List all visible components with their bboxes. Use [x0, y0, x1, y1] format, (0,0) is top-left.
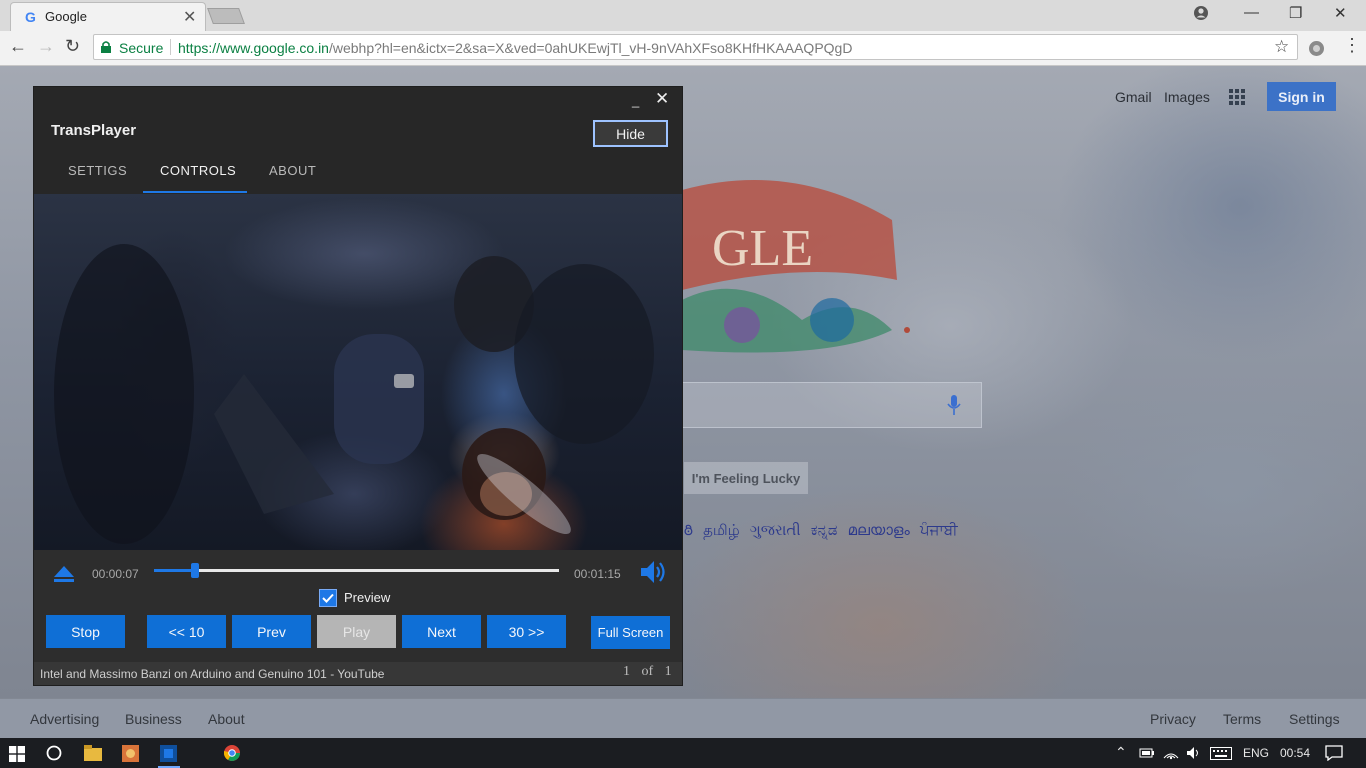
- minimize-window-icon[interactable]: —: [1244, 4, 1259, 21]
- new-tab-button[interactable]: [207, 8, 245, 24]
- file-explorer-icon[interactable]: [84, 745, 102, 761]
- player-title: TransPlayer: [51, 122, 137, 139]
- footer-business-link[interactable]: Business: [125, 711, 182, 727]
- total-time: 00:01:15: [574, 567, 621, 581]
- address-bar[interactable]: Secure https://www.google.co.in/webhp?hl…: [93, 34, 1298, 60]
- taskbar: ⌃ ENG 00:54: [0, 738, 1366, 768]
- notifications-icon[interactable]: [1325, 745, 1343, 761]
- tab-controls[interactable]: CONTROLS: [160, 163, 236, 178]
- gmail-link[interactable]: Gmail: [1115, 89, 1152, 105]
- footer-about-link[interactable]: About: [208, 711, 245, 727]
- menu-kebab-icon[interactable]: ⋮: [1343, 35, 1361, 56]
- back-arrow-icon[interactable]: ←: [9, 36, 27, 57]
- clock[interactable]: 00:54: [1280, 746, 1310, 760]
- microphone-icon[interactable]: [946, 393, 962, 417]
- doodle-lettering: GLE: [712, 220, 813, 277]
- volume-icon[interactable]: [639, 558, 667, 586]
- footer-privacy-link[interactable]: Privacy: [1150, 711, 1196, 727]
- footer-advertising-link[interactable]: Advertising: [30, 711, 99, 727]
- browser-tab[interactable]: G Google ✕: [10, 2, 206, 31]
- google-doodle[interactable]: GLE: [682, 170, 912, 360]
- video-frame-image: [54, 244, 654, 544]
- feeling-lucky-button[interactable]: I'm Feeling Lucky: [684, 462, 808, 494]
- video-preview[interactable]: [34, 194, 682, 550]
- close-window-icon[interactable]: ✕: [1334, 4, 1347, 22]
- browser-toolbar: ← → ↻ Secure https://www.google.co.in/we…: [0, 31, 1366, 66]
- url-text[interactable]: https://www.google.co.in/webhp?hl=en&ict…: [178, 40, 852, 56]
- sign-in-button[interactable]: Sign in: [1267, 82, 1336, 111]
- footer-terms-link[interactable]: Terms: [1223, 711, 1261, 727]
- player-close-icon[interactable]: ✕: [655, 89, 669, 108]
- url-path: /webhp?hl=en&ictx=2&sa=X&ved=0ahUKEwjTl_…: [328, 40, 853, 56]
- preview-label: Preview: [344, 590, 391, 605]
- player-status-bar: Intel and Massimo Banzi on Arduino and G…: [34, 662, 682, 685]
- stop-button[interactable]: Stop: [46, 615, 125, 648]
- reload-icon[interactable]: ↻: [65, 36, 80, 57]
- chrome-app-icon[interactable]: [224, 745, 240, 761]
- tray-chevron-icon[interactable]: ⌃: [1115, 744, 1127, 761]
- tab-title: Google: [45, 9, 87, 24]
- seek-handle[interactable]: [190, 563, 199, 578]
- wifi-icon[interactable]: [1163, 746, 1179, 760]
- language-indicator[interactable]: ENG: [1243, 746, 1269, 760]
- images-link[interactable]: Images: [1164, 89, 1210, 105]
- secure-label: Secure: [119, 40, 164, 56]
- play-button[interactable]: Play: [317, 615, 396, 648]
- apps-grid-icon[interactable]: [1229, 89, 1245, 105]
- eject-icon[interactable]: [53, 564, 75, 584]
- current-time: 00:00:07: [92, 567, 139, 581]
- preview-checkbox[interactable]: [319, 589, 337, 607]
- hide-button[interactable]: Hide: [593, 120, 668, 147]
- url-host: https://www.google.co.in: [178, 40, 329, 56]
- playlist-counter: 1 of 1: [623, 664, 672, 679]
- player-minimize-icon[interactable]: _: [632, 93, 644, 108]
- tab-close-icon[interactable]: ✕: [183, 7, 196, 27]
- lock-icon: [101, 41, 111, 53]
- tab-about[interactable]: ABOUT: [269, 163, 316, 178]
- next-button[interactable]: Next: [402, 615, 481, 648]
- seek-slider[interactable]: [154, 563, 559, 578]
- seek-progress: [154, 569, 195, 572]
- rewind-10-button[interactable]: << 10: [147, 615, 226, 648]
- keyboard-icon[interactable]: [1210, 747, 1232, 760]
- transplayer-window: _ ✕ TransPlayer Hide SETTIGS CONTROLS AB…: [34, 87, 682, 685]
- forward-30-button[interactable]: 30 >>: [487, 615, 566, 648]
- url-separator: [170, 39, 171, 55]
- paint-app-icon[interactable]: [122, 745, 139, 762]
- fullscreen-button[interactable]: Full Screen: [591, 616, 670, 649]
- forward-arrow-icon[interactable]: →: [37, 36, 55, 57]
- active-tab-indicator: [143, 191, 247, 193]
- transplayer-app-icon[interactable]: [160, 745, 177, 762]
- control-bar: 00:00:07 00:01:15 Preview Stop << 10 Pre…: [34, 550, 682, 662]
- restore-window-icon[interactable]: ❐: [1289, 4, 1302, 22]
- google-search-input[interactable]: [682, 382, 982, 428]
- cortana-icon[interactable]: [46, 745, 62, 761]
- google-footer: Advertising Business About Privacy Terms…: [0, 698, 1366, 738]
- bookmark-star-icon[interactable]: ☆: [1274, 37, 1289, 57]
- google-favicon-icon: G: [25, 9, 36, 25]
- prev-button[interactable]: Prev: [232, 615, 311, 648]
- tab-strip: G Google ✕ — ❐ ✕: [0, 0, 1366, 31]
- speaker-icon[interactable]: [1186, 746, 1202, 760]
- windows-start-icon[interactable]: [9, 746, 25, 762]
- footer-settings-link[interactable]: Settings: [1289, 711, 1340, 727]
- checkmark-icon: [322, 593, 334, 603]
- extension-icon[interactable]: [1308, 40, 1325, 57]
- language-links[interactable]: ఠి தமிழ் ગુજરાતી ಕನ್ನಡ മലയാളം ਪੰਜਾਬੀ: [684, 522, 958, 543]
- share-icon[interactable]: [904, 321, 912, 341]
- tab-settings[interactable]: SETTIGS: [68, 163, 127, 178]
- now-playing-title: Intel and Massimo Banzi on Arduino and G…: [40, 667, 385, 681]
- profile-icon[interactable]: [1193, 5, 1209, 25]
- battery-icon[interactable]: [1139, 747, 1155, 759]
